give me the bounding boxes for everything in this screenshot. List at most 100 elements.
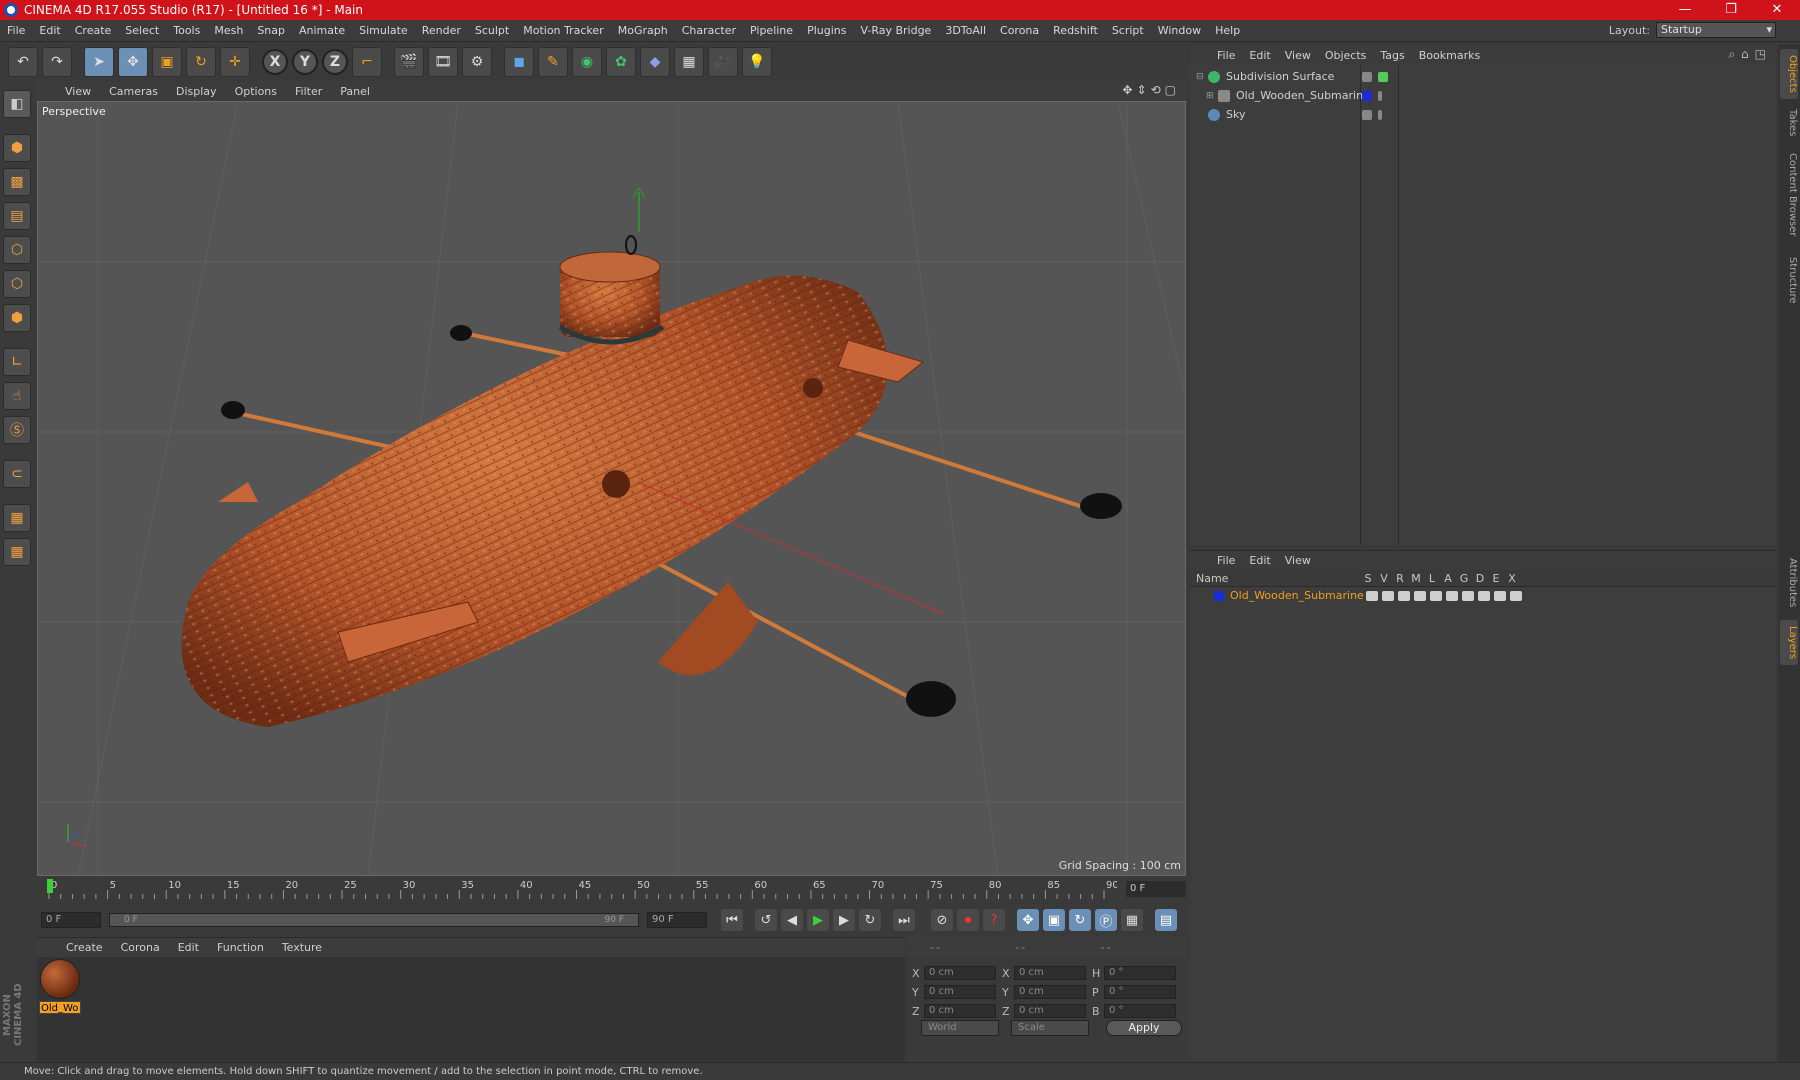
scale-dropdown[interactable]: Scale [1011,1020,1089,1036]
layer-menu-edit[interactable]: Edit [1242,554,1277,567]
layer-menu-view[interactable]: View [1278,554,1318,567]
material-preview-sphere[interactable] [40,959,80,999]
material-menu-edit[interactable]: Edit [169,941,208,954]
position-y-field[interactable]: 0 cm [924,985,996,999]
menu-edit[interactable]: Edit [32,24,67,37]
layer-color-swatch[interactable] [1214,590,1224,601]
viewport-menu-view[interactable]: View [56,85,100,98]
material-menu-texture[interactable]: Texture [273,941,331,954]
workplane-mode-icon[interactable]: ▤ [3,202,31,230]
object-menu-view[interactable]: View [1278,49,1318,62]
go-to-start-icon[interactable]: ⏮ [721,909,743,931]
cloner-icon[interactable]: ✿ [606,47,636,77]
menu-file[interactable]: File [0,24,32,37]
world-dropdown[interactable]: World [921,1020,999,1036]
rotation-p-field[interactable]: 0 ° [1104,985,1176,999]
texture-mode-icon[interactable]: ▩ [3,168,31,196]
tab-attributes[interactable]: Attributes [1780,550,1798,615]
tab-takes[interactable]: Takes [1780,103,1798,143]
object-manager-search-icon[interactable]: ⌕⌂◳ [1728,47,1772,62]
edges-mode-icon[interactable]: ⬡ [3,270,31,298]
collapse-icon[interactable]: ⊟ [1196,72,1208,82]
move-recent-icon[interactable]: ✛ [220,47,250,77]
menu-character[interactable]: Character [675,24,743,37]
tab-structure[interactable]: Structure [1780,250,1798,310]
workplane-lock-icon[interactable]: ▦ [3,504,31,532]
key-rotation-icon[interactable]: ↻ [1069,909,1091,931]
object-menu-edit[interactable]: Edit [1242,49,1277,62]
tweak-mode-icon[interactable]: ☝ [3,382,31,410]
scale-icon[interactable]: ▣ [152,47,182,77]
floor-icon[interactable]: ▦ [674,47,704,77]
object-row[interactable]: Sky [1190,105,1776,124]
viewport-menu-panel[interactable]: Panel [331,85,379,98]
play-icon[interactable]: ▶ [807,909,829,931]
menu-help[interactable]: Help [1208,24,1247,37]
menu-snap[interactable]: Snap [250,24,292,37]
layer-name[interactable]: Old_Wooden_Submarine [1230,589,1364,602]
timeline-ruler[interactable]: 0 5 10 15 20 25 30 35 40 45 50 55 60 65 70 75 80 85 90 0 F [37,878,1186,900]
current-frame-field[interactable]: 0 F [1126,881,1186,897]
object-flags[interactable] [1362,71,1394,82]
menu-mograph[interactable]: MoGraph [611,24,675,37]
next-frame-icon[interactable]: ▶ [833,909,855,931]
menu-pipeline[interactable]: Pipeline [743,24,800,37]
z-axis-icon[interactable]: Z [322,49,348,75]
coordinate-system-icon[interactable]: ⌐ [352,47,382,77]
menu-window[interactable]: Window [1151,24,1208,37]
layer-flag-toggles[interactable] [1366,590,1526,601]
layer-row[interactable]: Old_Wooden_Submarine [1190,587,1776,604]
rotate-icon[interactable]: ↻ [186,47,216,77]
object-flags[interactable] [1362,109,1388,120]
previous-key-icon[interactable]: ↺ [755,909,777,931]
object-row[interactable]: ⊞ Old_Wooden_Submarine [1190,86,1776,105]
snap-icon[interactable]: ⊂ [3,460,31,488]
keyframe-selection-icon[interactable]: ? [983,909,1005,931]
end-frame-field[interactable]: 90 F [647,912,707,928]
render-view-icon[interactable]: 🎬 [394,47,424,77]
tab-layers[interactable]: Layers [1780,620,1798,665]
undo-icon[interactable]: ↶ [8,47,38,77]
menu-sculpt[interactable]: Sculpt [468,24,516,37]
object-name[interactable]: Old_Wooden_Submarine [1236,89,1370,102]
key-position-icon[interactable]: ✥ [1017,909,1039,931]
material-menu-corona[interactable]: Corona [112,941,169,954]
cube-icon[interactable]: ◼ [504,47,534,77]
menu-corona[interactable]: Corona [993,24,1046,37]
menu-animate[interactable]: Animate [292,24,352,37]
viewport-menu-cameras[interactable]: Cameras [100,85,167,98]
size-x-field[interactable]: 0 cm [1014,966,1086,980]
size-z-field[interactable]: 0 cm [1014,1004,1086,1018]
position-z-field[interactable]: 0 cm [924,1004,996,1018]
apply-button[interactable]: Apply [1106,1020,1182,1036]
material-menu-create[interactable]: Create [57,941,112,954]
minimize-button[interactable]: — [1662,0,1708,20]
material-name-label[interactable]: Old_Wo [39,1001,81,1014]
autokey-icon[interactable]: ⏺ [957,909,979,931]
object-name[interactable]: Sky [1226,108,1245,121]
render-picture-viewer-icon[interactable]: 🎞 [428,47,458,77]
points-mode-icon[interactable]: ⬡ [3,236,31,264]
layer-menu-file[interactable]: File [1210,554,1242,567]
planar-workplane-icon[interactable]: ▦ [3,538,31,566]
timeline-window-icon[interactable]: ▤ [1155,909,1177,931]
x-axis-icon[interactable]: X [262,49,288,75]
pen-icon[interactable]: ✎ [538,47,568,77]
redo-icon[interactable]: ↷ [42,47,72,77]
menu-script[interactable]: Script [1105,24,1151,37]
object-menu-tags[interactable]: Tags [1373,49,1411,62]
next-key-icon[interactable]: ↻ [859,909,881,931]
record-keys-icon[interactable]: ⊘ [931,909,953,931]
key-parameter-icon[interactable]: Ⓟ [1095,909,1117,931]
polygons-mode-icon[interactable]: ⬢ [3,304,31,332]
perspective-viewport[interactable]: Perspective Grid Spacing : 100 cm [37,101,1186,876]
viewport-navigation-icons[interactable]: ✥⇕⟲▢ [1122,83,1180,97]
key-scale-icon[interactable]: ▣ [1043,909,1065,931]
close-button[interactable]: ✕ [1754,0,1800,20]
layout-dropdown[interactable]: Startup [1656,22,1776,38]
object-menu-bookmarks[interactable]: Bookmarks [1412,49,1487,62]
object-flags[interactable] [1362,90,1388,101]
make-editable-icon[interactable]: ◧ [3,90,31,118]
frame-range-slider[interactable]: 0 F 90 F [109,913,639,927]
menu-plugins[interactable]: Plugins [800,24,853,37]
